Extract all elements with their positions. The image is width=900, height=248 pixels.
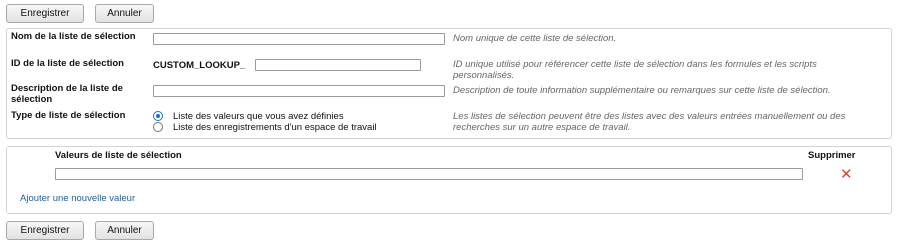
name-label: Nom de la liste de sélection <box>11 31 136 42</box>
type-option-defined-values[interactable]: Liste des valeurs que vous avez définies <box>173 111 344 122</box>
save-button-top[interactable]: Enregistrer <box>6 4 84 23</box>
save-button-bottom[interactable]: Enregistrer <box>6 221 84 240</box>
id-field[interactable] <box>255 59 421 71</box>
type-help: Les listes de sélection peuvent être des… <box>453 111 846 133</box>
id-help: ID unique utilisé pour référencer cette … <box>453 59 817 81</box>
values-column-header: Valeurs de liste de sélection <box>55 150 182 161</box>
description-help: Description de toute information supplém… <box>453 85 831 96</box>
type-label: Type de liste de sélection <box>11 110 126 121</box>
description-label: Description de la liste de sélection <box>11 83 123 105</box>
lookup-value-field[interactable] <box>55 168 803 180</box>
id-label: ID de la liste de sélection <box>11 58 124 69</box>
id-prefix: CUSTOM_LOOKUP_ <box>153 60 246 71</box>
description-field[interactable] <box>153 85 445 97</box>
type-radio-defined-values[interactable] <box>153 111 163 121</box>
cancel-button-bottom[interactable]: Annuler <box>95 221 154 240</box>
lookup-form-panel: Nom de la liste de sélection Nom unique … <box>6 28 892 139</box>
type-option-workspace-records[interactable]: Liste des enregistrements d'un espace de… <box>173 122 377 133</box>
close-x-icon[interactable]: ✕ <box>840 167 853 182</box>
name-field[interactable] <box>153 33 445 45</box>
name-help: Nom unique de cette liste de sélection. <box>453 33 617 44</box>
type-radio-workspace-records[interactable] <box>153 122 163 132</box>
cancel-button-top[interactable]: Annuler <box>95 4 154 23</box>
values-table-panel: Valeurs de liste de sélection Supprimer … <box>6 146 892 214</box>
add-value-link[interactable]: Ajouter une nouvelle valeur <box>20 193 135 204</box>
delete-column-header: Supprimer <box>808 150 856 161</box>
